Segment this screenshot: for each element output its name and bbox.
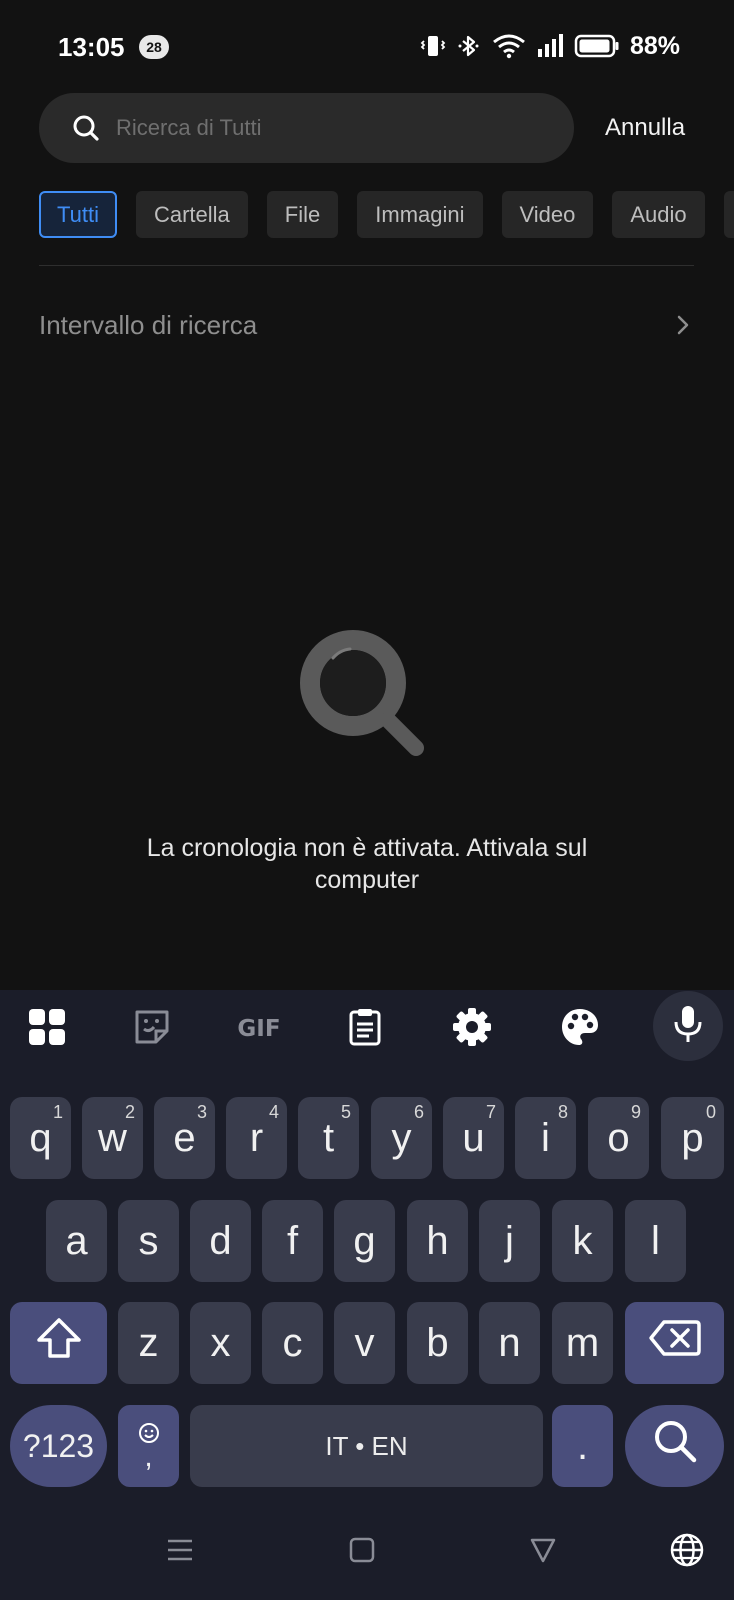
search-icon xyxy=(652,1418,698,1474)
search-input[interactable] xyxy=(116,115,574,141)
shift-icon xyxy=(35,1316,83,1370)
sticker-icon[interactable] xyxy=(120,1002,184,1052)
backspace-key[interactable] xyxy=(625,1302,724,1384)
apps-icon[interactable] xyxy=(15,1002,79,1052)
key-s[interactable]: s xyxy=(118,1200,179,1282)
space-language-label: IT • EN xyxy=(325,1430,408,1461)
backspace-icon xyxy=(648,1318,702,1368)
key-a[interactable]: a xyxy=(46,1200,107,1282)
key-e[interactable]: e3 xyxy=(154,1097,215,1179)
chip-immagini[interactable]: Immagini xyxy=(357,191,483,238)
key-g[interactable]: g xyxy=(334,1200,395,1282)
chip-video[interactable]: Video xyxy=(501,191,594,238)
divider xyxy=(39,265,694,266)
key-b[interactable]: b xyxy=(407,1302,468,1384)
signal-icon xyxy=(536,33,564,59)
cancel-button[interactable]: Annulla xyxy=(605,114,685,142)
vibrate-icon xyxy=(420,33,446,59)
chip-audio[interactable]: Audio xyxy=(612,191,705,238)
period-key[interactable]: . xyxy=(552,1405,613,1487)
settings-icon[interactable] xyxy=(440,1002,504,1052)
symbols-key[interactable]: ?123 xyxy=(10,1405,107,1487)
chip-cartella[interactable]: Cartella xyxy=(135,191,248,238)
mic-icon xyxy=(670,1004,706,1049)
battery-icon xyxy=(574,33,620,59)
status-time: 13:05 xyxy=(58,32,125,62)
menu-icon[interactable] xyxy=(160,1530,200,1570)
key-l[interactable]: l xyxy=(625,1200,686,1282)
key-d[interactable]: d xyxy=(190,1200,251,1282)
shift-key[interactable] xyxy=(10,1302,107,1384)
chip-more[interactable] xyxy=(723,191,734,238)
back-icon[interactable] xyxy=(523,1530,563,1570)
search-range-label: Intervallo di ricerca xyxy=(39,309,258,340)
keyboard-toolbar: GIF xyxy=(0,990,734,1070)
key-p[interactable]: p0 xyxy=(661,1097,724,1179)
keyboard: GIF q1 w2 e3 r4 t5 y6 u7 i8 o9 p0 a s d … xyxy=(0,990,734,1600)
empty-state-message: La cronologia non è attivata. Attivala s… xyxy=(146,834,588,894)
key-y[interactable]: y6 xyxy=(371,1097,432,1179)
wifi-icon xyxy=(492,33,526,59)
system-nav-bar xyxy=(0,1510,734,1600)
chip-tutti[interactable]: Tutti xyxy=(39,191,117,238)
key-f[interactable]: f xyxy=(262,1200,323,1282)
search-enter-key[interactable] xyxy=(625,1405,724,1487)
key-k[interactable]: k xyxy=(552,1200,613,1282)
key-c[interactable]: c xyxy=(262,1302,323,1384)
key-z[interactable]: z xyxy=(118,1302,179,1384)
key-r[interactable]: r4 xyxy=(226,1097,287,1179)
key-o[interactable]: o9 xyxy=(588,1097,649,1179)
key-u[interactable]: u7 xyxy=(443,1097,504,1179)
clipboard-icon[interactable] xyxy=(333,1002,397,1052)
key-n[interactable]: n xyxy=(479,1302,540,1384)
key-x[interactable]: x xyxy=(190,1302,251,1384)
chip-file[interactable]: File xyxy=(266,191,339,238)
magnifier-illustration-icon xyxy=(298,628,433,768)
status-bar: 13:05 28 88% xyxy=(0,0,734,90)
battery-percent: 88% xyxy=(629,31,680,60)
svg-text:GIF: GIF xyxy=(237,1016,280,1042)
filter-chips: Tutti Cartella File Immagini Video Audio xyxy=(39,191,734,238)
key-q[interactable]: q1 xyxy=(10,1097,71,1179)
key-t[interactable]: t5 xyxy=(298,1097,359,1179)
notification-count-badge: 28 xyxy=(139,35,169,59)
search-icon xyxy=(72,114,100,142)
bluetooth-icon xyxy=(456,33,482,59)
gif-icon[interactable]: GIF xyxy=(227,1002,291,1052)
palette-icon[interactable] xyxy=(548,1002,612,1052)
mic-button[interactable] xyxy=(653,991,723,1061)
space-key[interactable]: IT • EN xyxy=(190,1405,543,1487)
status-icons: 88% xyxy=(420,30,680,62)
key-i[interactable]: i8 xyxy=(515,1097,576,1179)
search-range-row[interactable]: Intervallo di ricerca xyxy=(39,300,694,350)
emoji-comma-key[interactable]: , xyxy=(118,1405,179,1487)
globe-icon[interactable] xyxy=(667,1530,707,1570)
home-icon[interactable] xyxy=(342,1530,382,1570)
key-v[interactable]: v xyxy=(334,1302,395,1384)
chevron-right-icon xyxy=(672,314,694,336)
key-h[interactable]: h xyxy=(407,1200,468,1282)
key-j[interactable]: j xyxy=(479,1200,540,1282)
key-m[interactable]: m xyxy=(552,1302,613,1384)
search-bar[interactable] xyxy=(39,93,574,163)
key-w[interactable]: w2 xyxy=(82,1097,143,1179)
